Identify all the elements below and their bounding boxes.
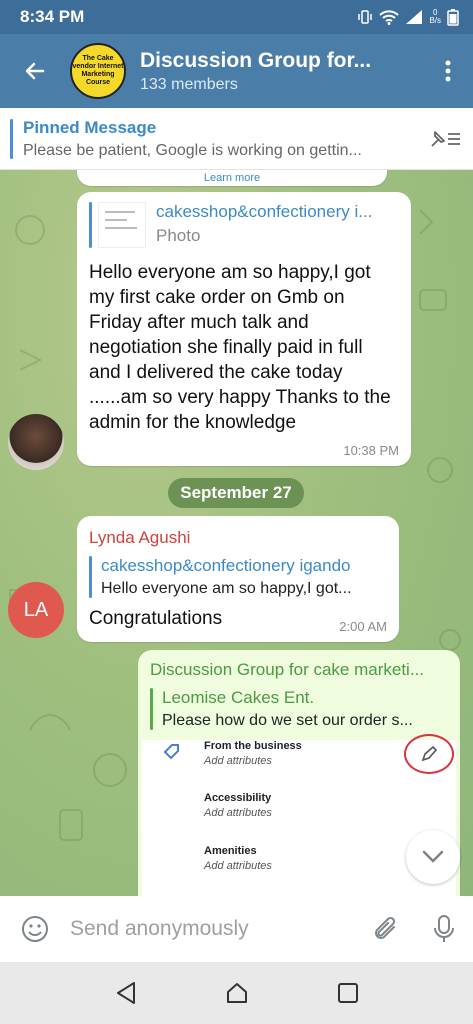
group-avatar[interactable]: The Cake vendor Internet Marketing Cours… <box>70 43 126 99</box>
reply-photo-thumbnail <box>98 202 146 248</box>
member-count: 133 members <box>140 75 238 93</box>
user-avatar[interactable] <box>8 414 64 470</box>
reply-type: Photo <box>156 226 201 245</box>
emoji-icon <box>22 916 48 942</box>
reply-indicator <box>150 688 153 730</box>
screenshot-row: From the business Add attributes <box>204 740 302 767</box>
emoji-button[interactable] <box>0 914 70 944</box>
reply-body: Leomise Cakes Ent. Please how do we set … <box>162 688 448 730</box>
chevron-down-icon <box>422 850 444 863</box>
screenshot-row-sub: Add attributes <box>204 755 272 767</box>
sender-name[interactable]: Lynda Agushi <box>77 516 399 548</box>
screenshot-row: Amenities Add attributes <box>204 845 272 872</box>
composer-bar: Send anonymously <box>0 896 473 962</box>
reply-sender: Leomise Cakes Ent. <box>162 688 315 707</box>
triangle-back-icon <box>116 982 135 1004</box>
attached-screenshot[interactable]: From the business Add attributes Accessi… <box>142 734 456 896</box>
square-icon <box>337 983 358 1003</box>
nav-home-button[interactable] <box>212 968 262 1018</box>
screenshot-row-label: Amenities <box>204 845 257 857</box>
screenshot-row-sub: Add attributes <box>204 860 272 872</box>
reply-preview[interactable]: Leomise Cakes Ent. Please how do we set … <box>150 688 448 730</box>
back-button[interactable] <box>0 34 70 108</box>
message-bubble[interactable]: cakesshop&confectionery i... Photo Hello… <box>77 192 411 466</box>
battery-icon <box>447 9 459 26</box>
system-nav-bar <box>0 962 473 1024</box>
scroll-down-button[interactable] <box>406 830 460 884</box>
reply-indicator <box>89 556 92 598</box>
pinned-title: Pinned Message <box>23 117 157 137</box>
nav-recents-button[interactable] <box>323 968 373 1018</box>
pinned-content: Pinned Message Please be patient, Google… <box>23 118 417 160</box>
microphone-icon <box>434 915 454 942</box>
date-separator: September 27 <box>168 478 304 508</box>
tag-icon <box>163 744 179 760</box>
wifi-icon <box>379 10 400 25</box>
message-input[interactable]: Send anonymously <box>70 917 357 941</box>
message-time: 10:38 PM <box>343 443 399 458</box>
reply-text: Please how do we set our order s... <box>162 712 413 729</box>
message-list[interactable]: Learn more cakesshop&confectionery i... … <box>0 170 473 896</box>
learn-more-link[interactable]: Learn more <box>77 172 387 184</box>
message-time: 2:00 AM <box>339 619 387 634</box>
pin-list-icon <box>431 130 460 147</box>
vibrate-icon <box>358 10 373 24</box>
group-avatar-text: The Cake vendor Internet Marketing Cours… <box>72 55 124 86</box>
chat-header: The Cake vendor Internet Marketing Cours… <box>0 34 473 108</box>
forwarded-from[interactable]: Discussion Group for cake marketi... <box>138 650 460 680</box>
message-text: Hello everyone am so happy,I got my firs… <box>89 262 391 433</box>
more-menu-button[interactable] <box>423 34 473 108</box>
voice-button[interactable] <box>415 914 473 944</box>
status-bar: 8:34 PM 0 B/s <box>0 0 473 34</box>
status-time: 8:34 PM <box>20 7 85 26</box>
chat-info[interactable]: Discussion Group for... 133 members <box>140 49 423 94</box>
user-avatar-initials[interactable]: LA <box>8 582 64 638</box>
message-bubble[interactable]: Lynda Agushi cakesshop&confectionery iga… <box>77 516 399 642</box>
reply-sender: cakesshop&confectionery i... <box>156 202 373 221</box>
net-speed-unit: B/s <box>429 16 441 25</box>
screenshot-row-sub: Add attributes <box>204 807 272 819</box>
edit-highlight <box>404 734 454 774</box>
reply-indicator <box>89 202 92 248</box>
attach-button[interactable] <box>357 915 415 943</box>
reply-preview[interactable]: cakesshop&confectionery i... Photo <box>89 202 399 248</box>
pinned-preview: Please be patient, Google is working on … <box>23 141 362 159</box>
pinned-message-bar[interactable]: Pinned Message Please be patient, Google… <box>0 108 473 170</box>
reply-preview[interactable]: cakesshop&confectionery igando Hello eve… <box>89 556 387 598</box>
paperclip-icon <box>375 916 396 939</box>
pencil-icon <box>421 746 437 762</box>
reply-sender: cakesshop&confectionery igando <box>101 556 351 575</box>
screenshot-row: Accessibility Add attributes <box>204 792 272 819</box>
pinned-list-button[interactable] <box>417 128 473 150</box>
net-speed: 0 B/s <box>429 9 441 25</box>
status-icons: 0 B/s <box>357 8 459 26</box>
reply-body: cakesshop&confectionery igando Hello eve… <box>101 556 387 598</box>
signal-icon <box>406 10 423 24</box>
more-vertical-icon <box>445 60 451 82</box>
nav-back-button[interactable] <box>101 968 151 1018</box>
reply-text: Hello everyone am so happy,I got... <box>101 580 352 597</box>
chat-title: Discussion Group for... <box>140 48 372 72</box>
pinned-indicator <box>10 118 13 159</box>
screenshot-row-label: From the business <box>204 740 302 752</box>
screenshot-row-label: Accessibility <box>204 792 272 804</box>
arrow-left-icon <box>25 62 45 80</box>
reply-body: cakesshop&confectionery i... Photo <box>156 202 399 248</box>
home-icon <box>226 983 247 1003</box>
previous-message-bubble[interactable]: Learn more <box>77 170 387 186</box>
